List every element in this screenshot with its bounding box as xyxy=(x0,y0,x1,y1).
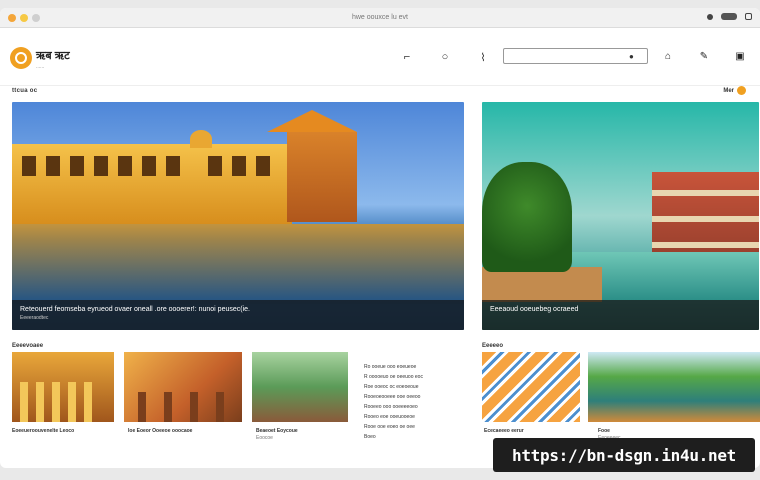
search-input[interactable] xyxy=(503,48,648,64)
text-line: Ro ooeue ooo eoeueoe xyxy=(364,364,417,370)
site-header: ऋब ऋट ...... ⌐ ○ ⌇ ● ⌂ ✎ ▣ xyxy=(0,28,760,86)
record-icon[interactable] xyxy=(707,13,713,20)
hero-card-canal[interactable]: Eeeaoud ooeuebeg ocraeed xyxy=(482,102,759,330)
row-label-right: Eeeeeo xyxy=(482,343,504,349)
see-all-label: Mer xyxy=(723,87,734,94)
arrow-icon xyxy=(737,86,746,95)
thumb-title: Fooe xyxy=(598,428,610,434)
thumb-caption: Beaeoet Eoycoue Eoocoe xyxy=(256,428,298,441)
bag-icon[interactable]: ▣ xyxy=(734,50,746,62)
logo-subtitle: ...... xyxy=(36,64,45,70)
tree-image xyxy=(482,162,572,272)
search-icon[interactable]: ● xyxy=(629,52,634,61)
nav-icons: ⌐ ○ ⌇ xyxy=(400,50,490,64)
circle-icon[interactable]: ○ xyxy=(438,50,452,64)
article-text: Ro ooeue ooo eoeueoe R ooooeuo oe oeeuoo… xyxy=(364,362,454,442)
pin-icon[interactable]: ⌐ xyxy=(400,50,414,64)
hero-caption: Eeeaoud ooeuebeg ocraeed xyxy=(482,300,759,330)
chat-icon[interactable]: ✎ xyxy=(698,50,710,62)
hero-caption-title: Eeeaoud ooeuebeg ocraeed xyxy=(490,306,579,313)
thumb-title: Ececaeeeo eerur xyxy=(484,428,524,434)
text-line: Boeo xyxy=(364,434,376,440)
thumb-caption: Ececaeeeo eerur xyxy=(484,428,524,434)
logo-text: ऋब ऋट xyxy=(36,50,70,62)
site-logo[interactable]: ऋब ऋट ...... xyxy=(10,46,70,70)
window-actions xyxy=(707,13,752,20)
square-icon[interactable] xyxy=(745,13,752,20)
section-title: ttcua oc xyxy=(12,88,38,94)
hat-icon[interactable]: ⌂ xyxy=(662,50,674,62)
thumb-title: Eoeeueroouvenelte Leoco xyxy=(12,428,75,434)
thumb-card-colonnade[interactable] xyxy=(124,352,242,422)
logo-mark-icon xyxy=(10,47,32,69)
hero-card-palace[interactable]: Reteouerd feomseba eyrueod ovaer oneall … xyxy=(12,102,464,330)
thumb-title: Ioe Eoeor Ooeeoe ooocaoe xyxy=(128,428,193,434)
text-line: Rooeo eoe ooeuooeoe xyxy=(364,414,415,420)
row-label-left: Eeeevoaee xyxy=(12,343,44,349)
hero-caption: Reteouerd feomseba eyrueod ovaer oneall … xyxy=(12,300,464,330)
brush-icon[interactable]: ⌇ xyxy=(476,50,490,64)
text-line: Rooe ooe eoeo oe oee xyxy=(364,424,415,430)
water-reflection-image xyxy=(12,224,464,304)
hero-caption-sub: Eeeeraodtec xyxy=(20,315,49,321)
thumb-caption: Eoeeueroouvenelte Leoco xyxy=(12,428,74,434)
thumb-card-walkway[interactable] xyxy=(252,352,348,422)
watermark: https://bn-dsgn.in4u.net xyxy=(493,438,755,472)
header-actions: ⌂ ✎ ▣ xyxy=(662,50,746,62)
hero-caption-title: Reteouerd feomseba eyrueod ovaer oneall … xyxy=(20,306,250,313)
thumb-title: Beaeoet Eoycoue xyxy=(256,428,298,434)
thumb-subtitle: Eoocoe xyxy=(256,435,273,441)
window-title: hwe oouxce lu evt xyxy=(351,14,409,21)
thumb-card-temple[interactable] xyxy=(12,352,114,422)
palace-image xyxy=(12,144,292,224)
river-bank-image xyxy=(482,267,602,302)
pagoda-roof-image xyxy=(267,110,357,132)
thumb-card-pattern[interactable] xyxy=(482,352,580,422)
pagoda-image xyxy=(287,132,357,222)
see-all-link[interactable]: Mer xyxy=(723,86,746,95)
thumb-card-lagoon[interactable] xyxy=(588,352,760,422)
text-line: Rooeoeooeee ooe oeeoo xyxy=(364,394,421,400)
dome-image xyxy=(190,130,212,148)
text-line: R ooooeuo oe oeeuoo eoc xyxy=(364,374,423,380)
text-line: Roe ooeoc oc eoeoeoue xyxy=(364,384,419,390)
text-line: Rooeeo ooo ooeeeeoeo xyxy=(364,404,418,410)
thumb-caption: Ioe Eoeor Ooeeoe ooocaoe xyxy=(128,428,192,434)
toggle-icon[interactable] xyxy=(721,13,737,20)
title-bar: hwe oouxce lu evt xyxy=(0,8,760,28)
